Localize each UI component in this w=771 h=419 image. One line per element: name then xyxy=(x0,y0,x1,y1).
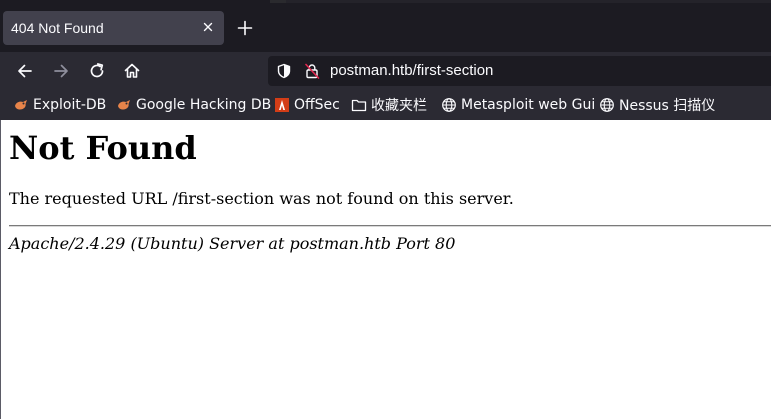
arrow-left-icon[interactable] xyxy=(15,61,35,81)
offsec-icon xyxy=(275,98,289,112)
bookmark-label: 收藏夹栏 xyxy=(371,98,427,114)
bookmark-label: Google Hacking DB xyxy=(136,97,272,113)
tab-404-not-found[interactable]: 404 Not Found xyxy=(3,11,224,45)
arrow-right-icon[interactable] xyxy=(51,61,71,81)
insecure-lock-icon[interactable] xyxy=(304,63,320,79)
navigation-toolbar: postman.htb/first-section xyxy=(0,52,771,90)
folder-icon xyxy=(351,99,367,112)
url-bar[interactable]: postman.htb/first-section xyxy=(268,56,771,86)
bookmark-label: OffSec xyxy=(294,97,340,113)
bookmark-offsec[interactable]: OffSec xyxy=(274,96,340,114)
bookmark-label: Metasploit web Gui xyxy=(461,97,596,113)
globe-icon xyxy=(600,98,614,112)
browser-window: 404 Not Found postman.htb/first-section … xyxy=(0,0,771,419)
bookmarks-toolbar: Exploit-DB Google Hacking DB OffSec 收藏夹栏 xyxy=(0,90,771,120)
ghdb-icon xyxy=(118,100,130,110)
shield-icon[interactable] xyxy=(276,63,292,79)
bookmark-exploit-db[interactable]: Exploit-DB xyxy=(13,96,106,114)
divider xyxy=(9,225,771,227)
bookmark-label: Nessus 扫描仪 xyxy=(619,98,716,114)
url-text[interactable]: postman.htb/first-section xyxy=(330,62,493,79)
error-message: The requested URL /first-section was not… xyxy=(9,189,514,208)
bookmark-metasploit-web-gui[interactable]: Metasploit web Gui xyxy=(441,96,595,114)
bookmark-google-hacking-db[interactable]: Google Hacking DB xyxy=(116,96,271,114)
close-icon[interactable] xyxy=(200,19,216,35)
bookmark-folder-favorites[interactable]: 收藏夹栏 xyxy=(351,96,427,114)
home-icon[interactable] xyxy=(122,61,142,81)
page-content: Not Found The requested URL /first-secti… xyxy=(0,120,771,419)
tab-title: 404 Not Found xyxy=(11,20,104,36)
reload-icon[interactable] xyxy=(87,61,107,81)
globe-icon xyxy=(442,98,456,112)
bookmark-label: Exploit-DB xyxy=(33,97,107,113)
exploit-db-icon xyxy=(15,100,27,110)
server-signature: Apache/2.4.29 (Ubuntu) Server at postman… xyxy=(9,234,456,253)
tab-strip-edge xyxy=(286,0,771,3)
bookmark-nessus-scanner[interactable]: Nessus 扫描仪 xyxy=(599,96,715,114)
new-tab-plus-icon[interactable] xyxy=(236,19,254,37)
page-title: Not Found xyxy=(9,129,197,167)
tab-strip: 404 Not Found xyxy=(0,0,771,52)
